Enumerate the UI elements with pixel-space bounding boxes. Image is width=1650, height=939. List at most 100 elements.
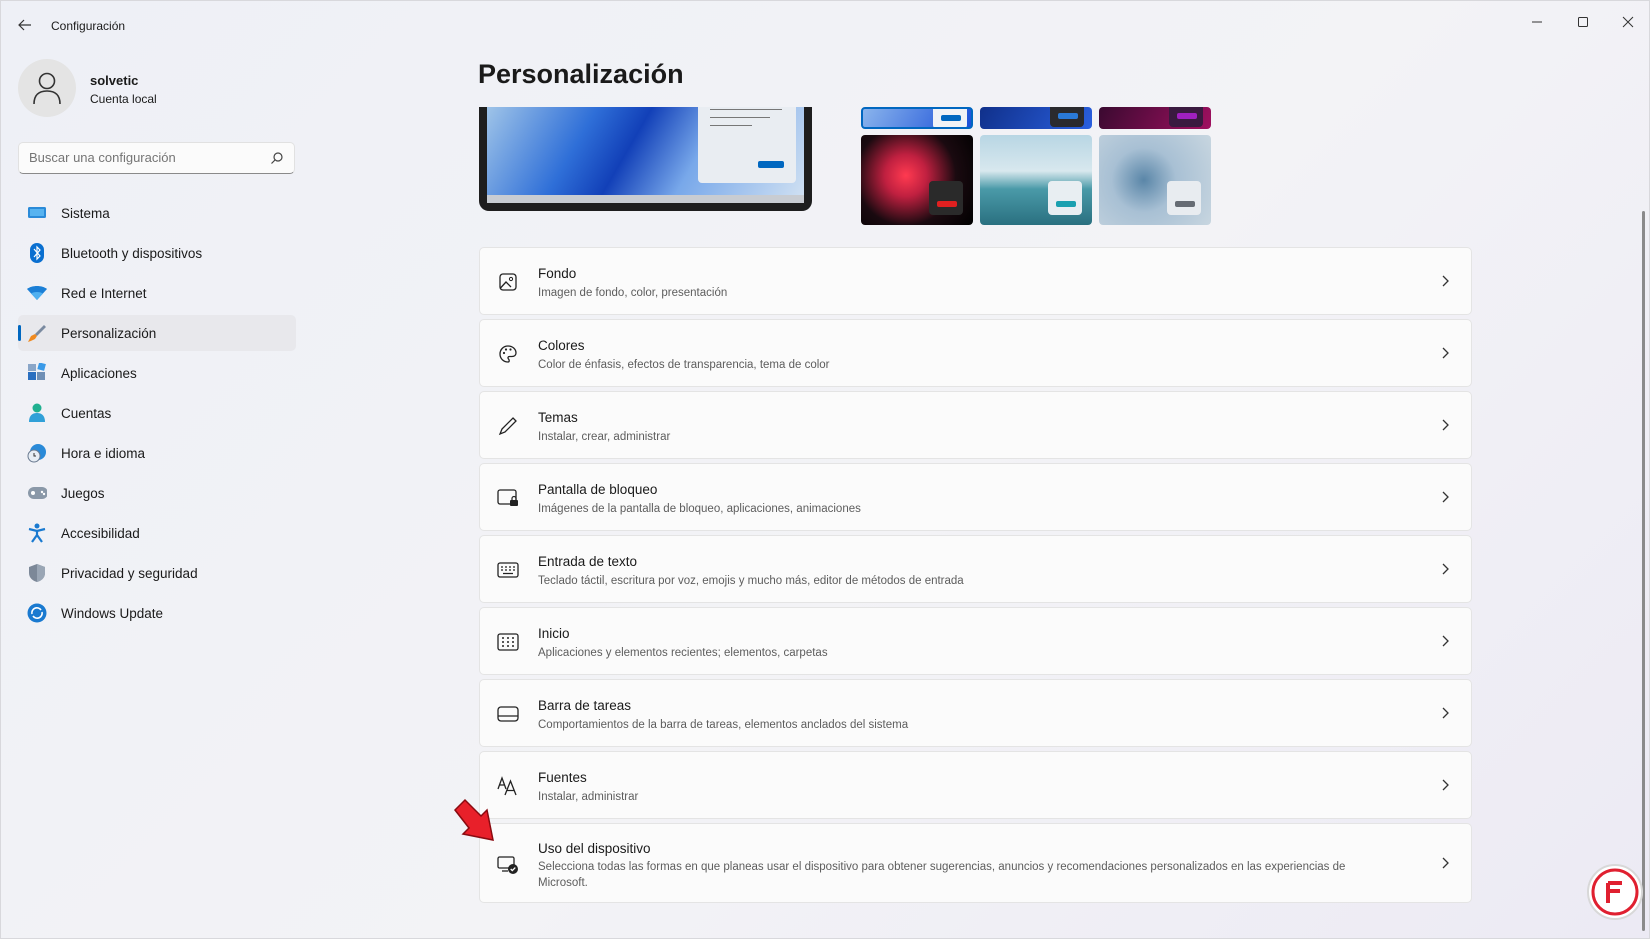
sidebar-item-label: Personalización bbox=[61, 325, 157, 341]
card-title: Uso del dispositivo bbox=[538, 841, 651, 856]
theme-thumbnail[interactable] bbox=[1099, 107, 1211, 129]
chevron-right-icon bbox=[1442, 707, 1449, 719]
sidebar-item-accesibilidad[interactable]: Accesibilidad bbox=[18, 515, 296, 551]
setting-card-pantalla-bloqueo[interactable]: Pantalla de bloqueo Imágenes de la panta… bbox=[479, 463, 1472, 531]
theme-thumbnail[interactable] bbox=[861, 135, 973, 225]
setting-card-fuentes[interactable]: Fuentes Instalar, administrar bbox=[479, 751, 1472, 819]
card-subtitle: Teclado táctil, escritura por voz, emoji… bbox=[538, 575, 964, 587]
update-icon bbox=[27, 603, 47, 623]
window-title: Configuración bbox=[51, 19, 126, 33]
sidebar-nav: Sistema Bluetooth y dispositivos Red e I… bbox=[18, 195, 296, 635]
sidebar-item-bluetooth[interactable]: Bluetooth y dispositivos bbox=[18, 235, 296, 271]
card-title: Colores bbox=[538, 338, 585, 353]
card-subtitle: Instalar, crear, administrar bbox=[538, 431, 671, 443]
sidebar-item-juegos[interactable]: Juegos bbox=[18, 475, 296, 511]
sidebar-item-label: Aplicaciones bbox=[61, 365, 137, 381]
search-icon bbox=[271, 152, 283, 164]
setting-card-entrada-texto[interactable]: Entrada de texto Teclado táctil, escritu… bbox=[479, 535, 1472, 603]
search-box[interactable] bbox=[18, 142, 295, 174]
font-icon bbox=[497, 775, 519, 797]
setting-card-fondo[interactable]: Fondo Imagen de fondo, color, presentaci… bbox=[479, 247, 1472, 315]
brush-icon bbox=[27, 323, 47, 343]
card-subtitle: Imágenes de la pantalla de bloqueo, apli… bbox=[538, 503, 861, 515]
image-icon bbox=[497, 271, 519, 293]
chevron-right-icon bbox=[1442, 347, 1449, 359]
accessibility-icon bbox=[27, 523, 47, 543]
title-bar: Configuración bbox=[1, 1, 1650, 49]
user-profile[interactable]: solvetic Cuenta local bbox=[18, 59, 298, 117]
person-icon bbox=[27, 403, 47, 423]
sidebar-item-label: Red e Internet bbox=[61, 285, 147, 301]
setting-card-inicio[interactable]: Inicio Aplicaciones y elementos reciente… bbox=[479, 607, 1472, 675]
sidebar-item-hora[interactable]: Hora e idioma bbox=[18, 435, 296, 471]
chevron-right-icon bbox=[1442, 491, 1449, 503]
theme-thumbnail[interactable] bbox=[980, 107, 1092, 129]
sidebar-item-red[interactable]: Red e Internet bbox=[18, 275, 296, 311]
theme-thumbnail[interactable] bbox=[1099, 135, 1211, 225]
card-subtitle: Color de énfasis, efectos de transparenc… bbox=[538, 359, 830, 371]
theme-preview bbox=[479, 107, 812, 211]
sidebar-item-sistema[interactable]: Sistema bbox=[18, 195, 296, 231]
setting-card-barra-tareas[interactable]: Barra de tareas Comportamientos de la ba… bbox=[479, 679, 1472, 747]
search-input[interactable] bbox=[29, 150, 259, 165]
minimize-button[interactable] bbox=[1514, 7, 1560, 37]
setting-card-colores[interactable]: Colores Color de énfasis, efectos de tra… bbox=[479, 319, 1472, 387]
sidebar-item-label: Sistema bbox=[61, 205, 110, 221]
card-subtitle: Comportamientos de la barra de tareas, e… bbox=[538, 719, 909, 731]
avatar bbox=[18, 59, 76, 117]
pen-icon bbox=[497, 415, 519, 437]
sidebar-item-privacidad[interactable]: Privacidad y seguridad bbox=[18, 555, 296, 591]
card-subtitle: Instalar, administrar bbox=[538, 791, 639, 803]
start-grid-icon bbox=[497, 631, 519, 653]
clock-globe-icon bbox=[27, 443, 47, 463]
card-title: Barra de tareas bbox=[538, 698, 632, 713]
minimize-icon bbox=[1532, 21, 1542, 23]
scrollbar[interactable] bbox=[1642, 211, 1645, 931]
chevron-right-icon bbox=[1442, 275, 1449, 287]
settings-list: Fondo Imagen de fondo, color, presentaci… bbox=[479, 247, 1472, 907]
chevron-right-icon bbox=[1442, 779, 1449, 791]
card-subtitle: Selecciona todas las formas en que plane… bbox=[538, 861, 1346, 889]
sidebar-item-personalizacion[interactable]: Personalización bbox=[18, 315, 296, 351]
card-title: Entrada de texto bbox=[538, 554, 638, 569]
bluetooth-icon bbox=[27, 243, 47, 263]
card-title: Fondo bbox=[538, 266, 577, 281]
maximize-button[interactable] bbox=[1560, 7, 1606, 37]
chevron-right-icon bbox=[1442, 857, 1449, 869]
preview-taskbar bbox=[487, 195, 804, 203]
close-icon bbox=[1622, 16, 1634, 28]
card-subtitle: Aplicaciones y elementos recientes; elem… bbox=[538, 647, 828, 659]
theme-gallery bbox=[861, 107, 1213, 226]
keyboard-icon bbox=[497, 559, 519, 581]
shield-icon bbox=[27, 563, 47, 583]
sidebar-item-label: Hora e idioma bbox=[61, 445, 146, 461]
monitor-icon bbox=[27, 203, 47, 223]
taskbar-icon bbox=[497, 703, 519, 725]
sidebar-item-label: Accesibilidad bbox=[61, 525, 140, 541]
sidebar-item-label: Juegos bbox=[61, 485, 105, 501]
maximize-icon bbox=[1578, 17, 1588, 27]
apps-icon bbox=[27, 363, 47, 383]
sidebar-item-cuentas[interactable]: Cuentas bbox=[18, 395, 296, 431]
chevron-right-icon bbox=[1442, 563, 1449, 575]
close-button[interactable] bbox=[1605, 7, 1650, 37]
sidebar-item-label: Windows Update bbox=[61, 605, 164, 621]
back-button[interactable] bbox=[11, 13, 39, 39]
setting-card-temas[interactable]: Temas Instalar, crear, administrar bbox=[479, 391, 1472, 459]
theme-thumbnail[interactable] bbox=[861, 107, 973, 129]
card-subtitle: Imagen de fondo, color, presentación bbox=[538, 287, 728, 299]
theme-thumbnail[interactable] bbox=[980, 135, 1092, 225]
gamepad-icon bbox=[27, 483, 47, 503]
chevron-right-icon bbox=[1442, 635, 1449, 647]
profile-name: solvetic bbox=[90, 73, 139, 88]
setting-card-uso-dispositivo[interactable]: Uso del dispositivo Selecciona todas las… bbox=[479, 823, 1472, 903]
person-avatar-icon bbox=[33, 72, 61, 105]
sidebar-item-label: Bluetooth y dispositivos bbox=[61, 245, 203, 261]
sidebar-item-label: Cuentas bbox=[61, 405, 112, 421]
settings-window: Configuración solvetic Cuenta local Sist… bbox=[0, 0, 1650, 939]
lock-screen-icon bbox=[497, 487, 519, 509]
palette-icon bbox=[497, 343, 519, 365]
sidebar-item-windows-update[interactable]: Windows Update bbox=[18, 595, 296, 631]
page-title: Personalización bbox=[478, 59, 684, 89]
sidebar-item-aplicaciones[interactable]: Aplicaciones bbox=[18, 355, 296, 391]
